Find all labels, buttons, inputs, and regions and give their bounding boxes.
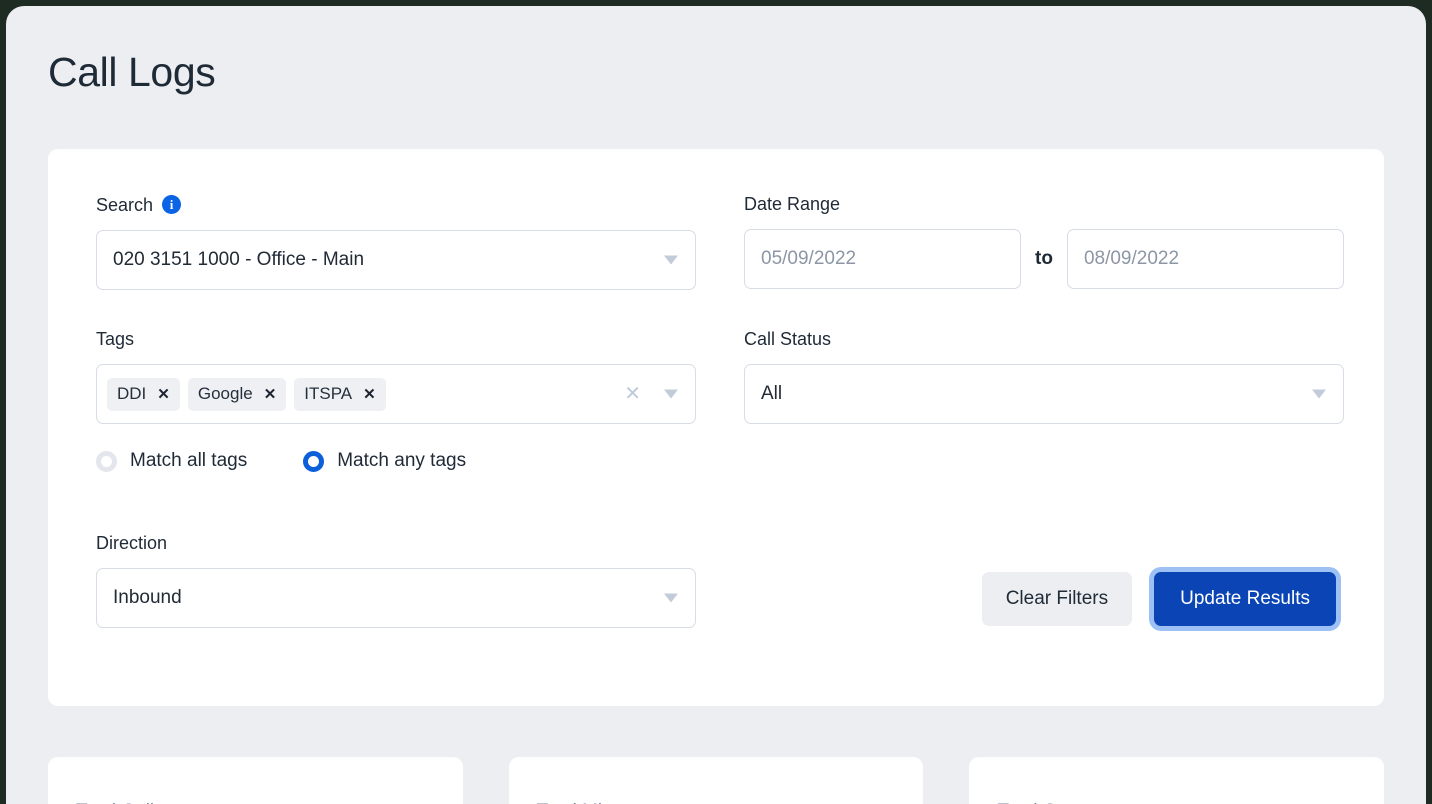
filter-actions: Clear Filters Update Results [981,572,1336,628]
filters-card: Search i 020 3151 1000 - Office - Main D… [48,149,1384,707]
search-label: Search [96,194,154,215]
tag-chip-remove-icon[interactable]: ✕ [363,387,376,402]
page-scroll-area[interactable]: Call Logs Search i 020 3151 1000 - Offic… [6,6,1426,804]
tag-chip-label: ITSPA [304,384,353,404]
date-range-row: 05/09/2022 to 08/09/2022 [744,229,1344,290]
chevron-down-icon[interactable] [664,389,678,399]
call-status-value: All [761,383,783,405]
date-range-separator: to [1035,248,1053,270]
tags-clear-icon[interactable]: ✕ [624,384,641,404]
stats-row: Total Calls Total Minutes Total Cost [48,757,1385,804]
radio-match-any-tags-label: Match any tags [337,450,467,472]
radio-indicator [303,450,325,472]
date-range-group: Date Range 05/09/2022 to 08/09/2022 [744,195,1344,290]
chevron-down-icon[interactable] [1312,389,1326,399]
tags-label: Tags [96,329,135,350]
direction-value: Inbound [113,587,182,609]
search-field-group: Search i 020 3151 1000 - Office - Main [96,194,696,291]
chevron-down-icon[interactable] [664,255,678,265]
tag-chip[interactable]: DDI ✕ [107,377,180,411]
call-status-select[interactable]: All [744,364,1344,425]
direction-label: Direction [96,533,168,554]
stat-card-total-cost: Total Cost [969,757,1385,804]
tag-chip-remove-icon[interactable]: ✕ [264,387,277,402]
tag-chip-label: DDI [117,384,147,404]
tags-input[interactable]: DDI ✕ Google ✕ ITSPA ✕ ✕ [96,364,696,425]
search-input-value: 020 3151 1000 - Office - Main [113,249,365,271]
tag-chip-remove-icon[interactable]: ✕ [157,387,170,402]
tag-match-radio-group: Match all tags Match any tags [96,450,696,472]
call-status-group: Call Status All [744,330,1344,472]
filters-row-2: Tags DDI ✕ Google ✕ ITSPA ✕ ✕ Match all … [96,330,1344,472]
radio-match-any-tags[interactable]: Match any tags [303,450,466,472]
date-to-input[interactable]: 08/09/2022 [1066,229,1344,290]
search-label-row: Search i [96,194,696,215]
search-input[interactable]: 020 3151 1000 - Office - Main [96,230,696,291]
filters-row-3: Direction Inbound Clear Filters Update R… [96,533,1336,629]
stat-card-total-calls: Total Calls [48,757,463,804]
tags-field-group: Tags DDI ✕ Google ✕ ITSPA ✕ ✕ Match all … [96,330,696,472]
call-status-label: Call Status [744,329,832,350]
direction-group: Direction Inbound [96,533,696,629]
tag-chip[interactable]: ITSPA ✕ [294,377,386,411]
clear-filters-button[interactable]: Clear Filters [981,572,1133,627]
date-from-value: 05/09/2022 [761,248,857,270]
direction-select[interactable]: Inbound [96,568,696,629]
stat-card-total-minutes: Total Minutes [508,757,924,804]
chevron-down-icon[interactable] [664,593,678,603]
page-title: Call Logs [48,49,216,95]
radio-indicator [96,450,117,472]
info-icon[interactable]: i [162,195,182,215]
update-results-button[interactable]: Update Results [1154,572,1336,627]
radio-match-all-tags-label: Match all tags [130,450,248,472]
date-from-input[interactable]: 05/09/2022 [744,229,1021,290]
date-range-label: Date Range [744,194,841,215]
app-window: Call Logs Search i 020 3151 1000 - Offic… [6,6,1426,804]
radio-match-all-tags[interactable]: Match all tags [96,450,247,472]
tag-chip[interactable]: Google ✕ [187,377,287,411]
filters-row-1: Search i 020 3151 1000 - Office - Main D… [96,194,1344,291]
tag-chip-label: Google [197,384,253,404]
date-to-value: 08/09/2022 [1083,248,1180,270]
